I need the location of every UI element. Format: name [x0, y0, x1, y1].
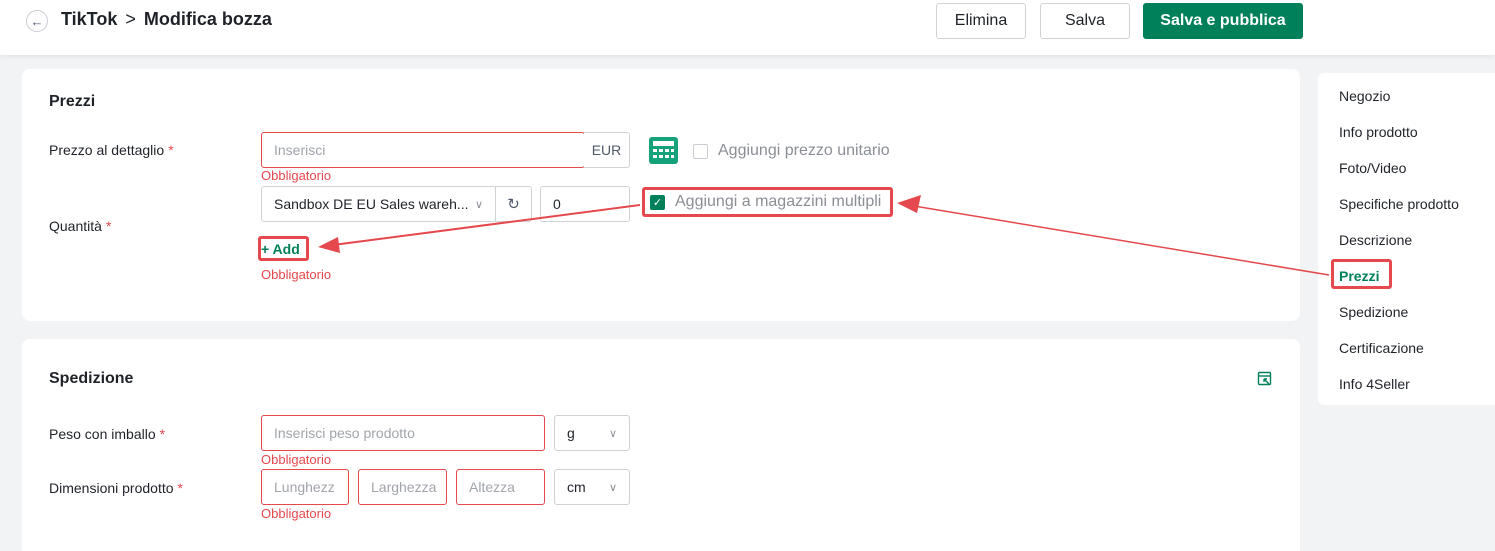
save-button[interactable]: Salva: [1040, 3, 1130, 39]
unit-price-label: Aggiungi prezzo unitario: [718, 142, 890, 159]
warehouse-select[interactable]: Sandbox DE EU Sales wareh... ∨: [261, 186, 496, 222]
nav-item-info-4seller[interactable]: Info 4Seller: [1339, 376, 1410, 392]
prices-card: Prezzi Prezzo al dettaglio * Inserisci EU…: [22, 69, 1300, 321]
chevron-down-icon: ∨: [608, 427, 617, 440]
retail-price-label: Prezzo al dettaglio *: [49, 142, 174, 158]
dimensions-error: Obbligatorio: [261, 506, 332, 521]
refresh-warehouse-button[interactable]: ↻: [495, 186, 532, 222]
nav-item-descrizione[interactable]: Descrizione: [1339, 232, 1412, 248]
weight-error: Obbligatorio: [261, 452, 332, 467]
currency-addon: EUR: [584, 132, 630, 168]
breadcrumb-app[interactable]: TikTok: [61, 9, 117, 30]
shipping-edit-icon[interactable]: [1257, 371, 1273, 387]
breadcrumb: TikTok > Modifica bozza: [61, 9, 272, 30]
weight-label: Peso con imballo *: [49, 426, 166, 442]
shipping-card: Spedizione Peso con imballo * Inserisci p…: [22, 339, 1300, 551]
multi-warehouse-highlight: [642, 187, 893, 217]
save-publish-button[interactable]: Salva e pubblica: [1143, 3, 1303, 39]
retail-price-error: Obbligatorio: [261, 168, 332, 183]
nav-item-certificazione[interactable]: Certificazione: [1339, 340, 1424, 356]
nav-prezzi-highlight: [1331, 259, 1392, 289]
length-input[interactable]: Lunghezz: [261, 469, 349, 505]
prices-title: Prezzi: [49, 93, 96, 110]
nav-item-foto-video[interactable]: Foto/Video: [1339, 160, 1406, 176]
chevron-down-icon: ∨: [474, 198, 483, 211]
chevron-right-icon: >: [125, 9, 136, 29]
quantity-error: Obbligatorio: [261, 267, 332, 282]
weight-unit-select[interactable]: g ∨: [554, 415, 630, 451]
top-bar: ← TikTok > Modifica bozza Elimina Salva …: [0, 0, 1495, 55]
back-arrow-icon[interactable]: ←: [26, 10, 48, 32]
quantity-label: Quantità *: [49, 218, 112, 234]
nav-item-negozio[interactable]: Negozio: [1339, 88, 1390, 104]
height-input[interactable]: Altezza: [456, 469, 545, 505]
nav-item-spedizione[interactable]: Spedizione: [1339, 304, 1408, 320]
section-nav: Negozio Info prodotto Foto/Video Specifi…: [1318, 73, 1495, 405]
delete-button[interactable]: Elimina: [936, 3, 1026, 39]
nav-item-info-prodotto[interactable]: Info prodotto: [1339, 124, 1418, 140]
dimension-unit-value: cm: [567, 479, 586, 495]
retail-price-input[interactable]: Inserisci: [261, 132, 585, 168]
dimension-unit-select[interactable]: cm ∨: [554, 469, 630, 505]
nav-item-specifiche-prodotto[interactable]: Specifiche prodotto: [1339, 196, 1459, 212]
page-title: Modifica bozza: [143, 9, 272, 29]
warehouse-value: Sandbox DE EU Sales wareh...: [274, 196, 469, 212]
weight-input[interactable]: Inserisci peso prodotto: [261, 415, 545, 451]
refresh-icon: ↻: [507, 196, 520, 213]
quantity-input[interactable]: 0: [540, 186, 630, 222]
add-link-highlight: [258, 236, 309, 261]
unit-price-option[interactable]: Aggiungi prezzo unitario: [693, 142, 890, 160]
dimensions-label: Dimensioni prodotto *: [49, 480, 183, 496]
shipping-title: Spedizione: [49, 370, 134, 387]
calculator-icon[interactable]: [649, 137, 678, 164]
unit-price-checkbox[interactable]: [693, 143, 708, 159]
weight-unit-value: g: [567, 425, 575, 441]
chevron-down-icon: ∨: [608, 481, 617, 494]
width-input[interactable]: Larghezza: [358, 469, 447, 505]
